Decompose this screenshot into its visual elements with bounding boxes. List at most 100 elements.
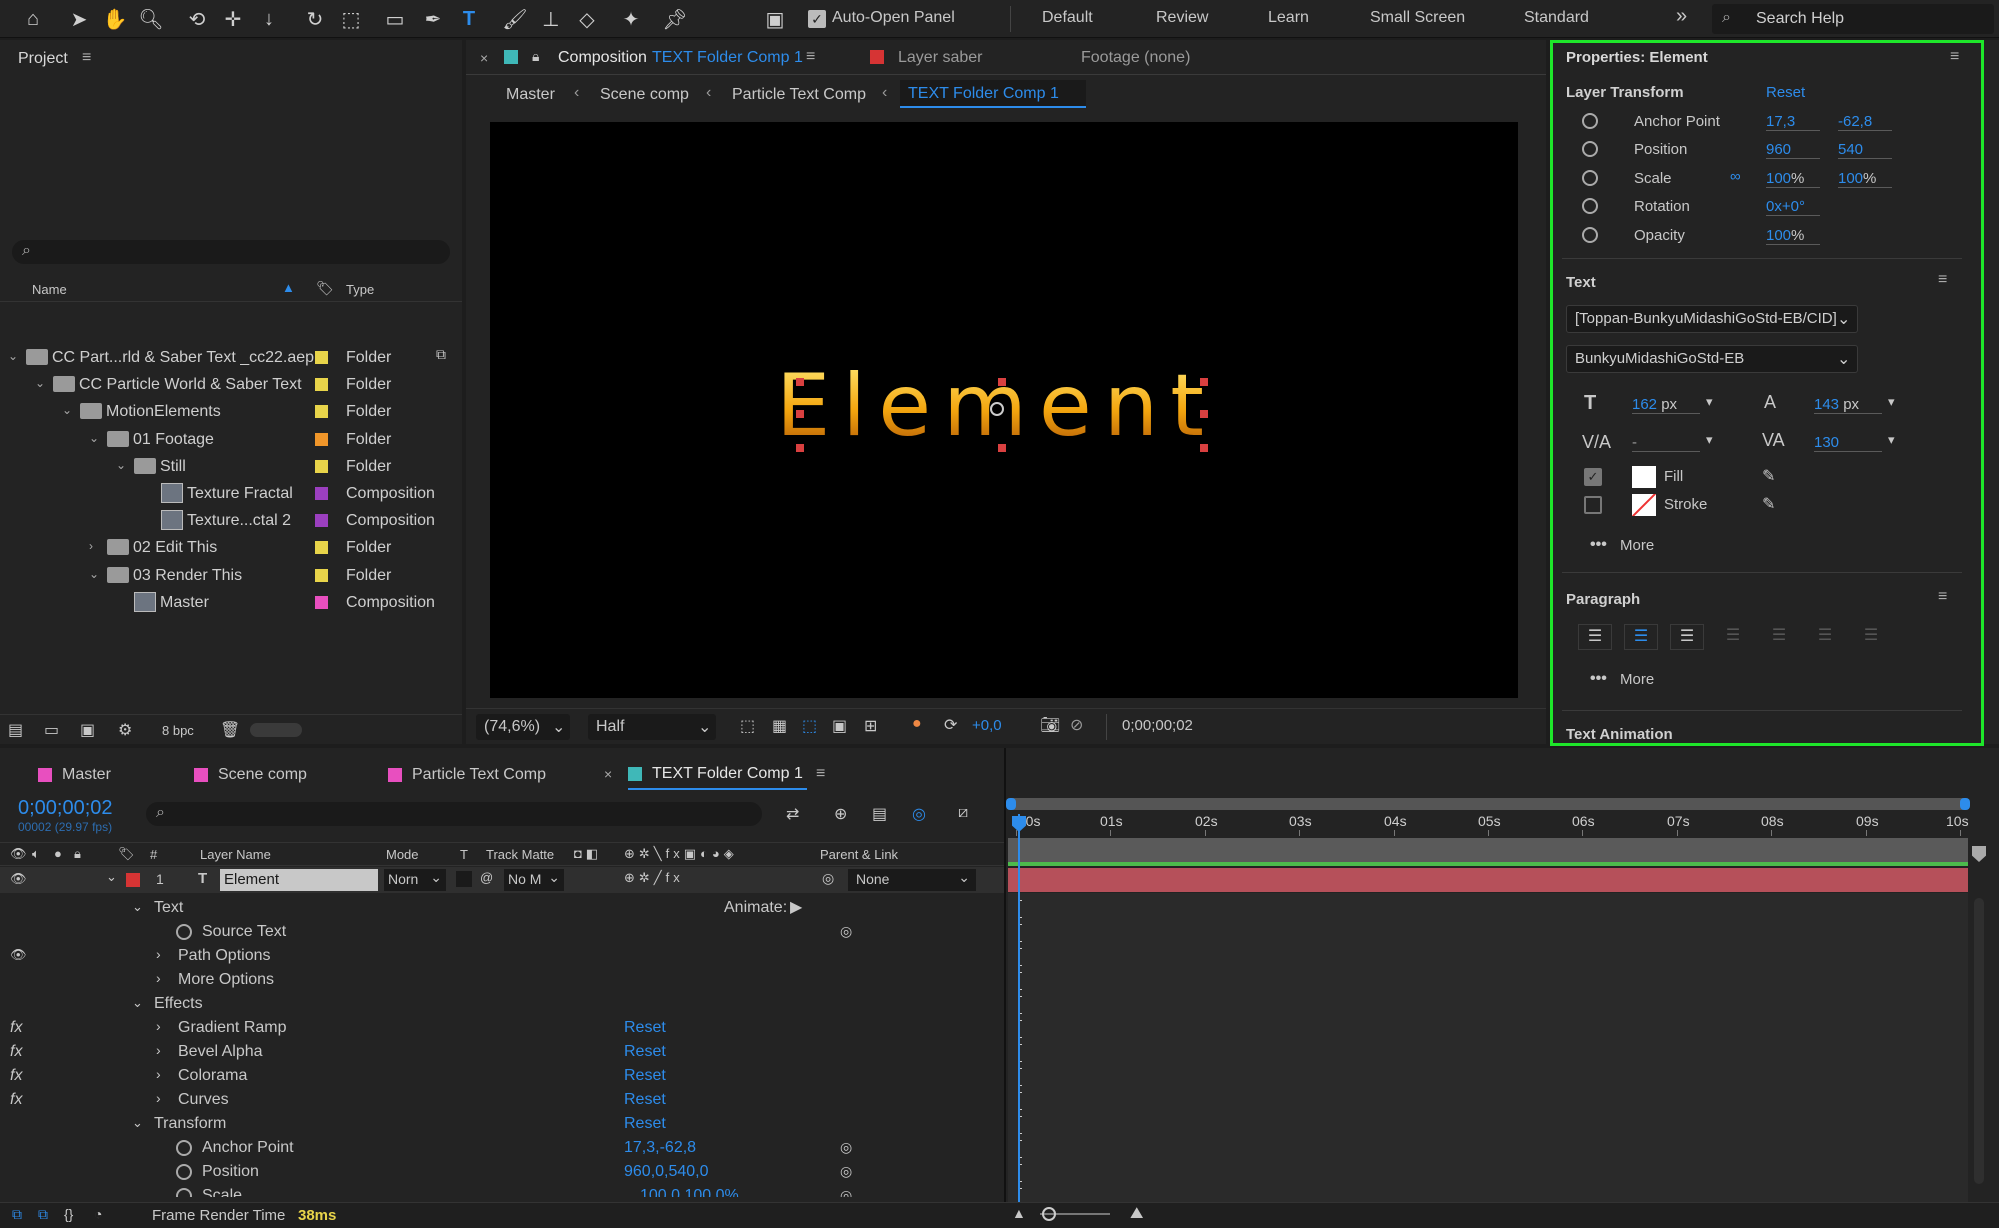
label-color-swatch[interactable]: [315, 541, 328, 554]
label-color-swatch[interactable]: [315, 460, 328, 473]
fx-icon[interactable]: fx: [10, 1019, 22, 1037]
sort-ascending-icon[interactable]: ▲: [282, 280, 295, 295]
fx-icon[interactable]: fx: [10, 1067, 22, 1085]
label-color-swatch[interactable]: [315, 487, 328, 500]
column-mode[interactable]: Mode: [386, 847, 419, 862]
graph-editor-icon[interactable]: ⧄: [958, 804, 968, 822]
label-color-swatch[interactable]: [315, 433, 328, 446]
position-value[interactable]: 960,0,540,0: [624, 1163, 709, 1181]
pick-whip-icon[interactable]: ◎: [822, 870, 834, 887]
stopwatch-icon[interactable]: [1582, 141, 1598, 157]
position-x[interactable]: 960: [1766, 141, 1820, 159]
timeline-tab-text-folder-comp[interactable]: TEXT Folder Comp 1: [628, 760, 807, 790]
stopwatch-icon[interactable]: [1582, 113, 1598, 129]
pick-whip-icon[interactable]: ◎: [840, 923, 852, 940]
chevron-down-icon[interactable]: ⌄: [116, 458, 126, 472]
eye-icon[interactable]: 👁︎: [10, 871, 27, 887]
opacity-field[interactable]: 100%: [1766, 227, 1820, 245]
track-matte-link-icon[interactable]: @: [480, 870, 493, 885]
new-comp-icon[interactable]: ▣: [80, 720, 95, 740]
project-item[interactable]: Texture...ctal 2 Composition: [0, 507, 440, 534]
work-area-end-handle[interactable]: [1960, 798, 1970, 810]
font-size-field[interactable]: 162 px: [1632, 396, 1700, 414]
footage-tab[interactable]: Footage (none): [1081, 49, 1190, 67]
project-search-input[interactable]: ⌕: [12, 240, 450, 264]
puppet-pin-icon[interactable]: 📌︎: [660, 4, 690, 34]
stopwatch-icon[interactable]: [176, 1164, 192, 1180]
bpc-label[interactable]: 8 bpc: [162, 723, 194, 738]
colorama-reset[interactable]: Reset: [624, 1067, 666, 1085]
workspace-learn[interactable]: Learn: [1268, 9, 1309, 27]
label-color-swatch[interactable]: [315, 596, 328, 609]
close-tab-icon[interactable]: ×: [604, 766, 612, 782]
animate-play-icon[interactable]: ▶: [790, 897, 802, 917]
expand-chevron-icon[interactable]: ⌄: [132, 995, 143, 1011]
stopwatch-icon[interactable]: [1582, 227, 1598, 243]
rotate-tool-icon[interactable]: ↻: [300, 4, 330, 34]
effects-row[interactable]: ⌄ Effects: [0, 993, 1000, 1017]
paragraph-menu-icon[interactable]: ≡: [1938, 588, 1947, 606]
mask-visibility-icon[interactable]: ⬚: [802, 716, 817, 736]
timeline-scrollbar[interactable]: [1974, 898, 1984, 1184]
chevron-down-icon[interactable]: ▾: [1888, 394, 1895, 410]
clone-stamp-icon[interactable]: ⊥: [536, 4, 566, 34]
zoom-slider-handle[interactable]: [1042, 1207, 1056, 1221]
thumbnail-slider[interactable]: [250, 723, 302, 737]
workspace-overflow-icon[interactable]: »: [1676, 5, 1687, 28]
align-left-icon[interactable]: ☰: [1578, 624, 1612, 650]
switches-icons[interactable]: ◘◧: [574, 846, 602, 862]
expand-chevron-icon[interactable]: ›: [156, 1042, 161, 1058]
exposure-value[interactable]: +0,0: [972, 717, 1002, 734]
gradient-ramp-reset[interactable]: Reset: [624, 1019, 666, 1037]
path-options-row[interactable]: 👁︎ › Path Options: [0, 945, 1000, 969]
transparency-grid-icon[interactable]: ▦: [772, 716, 787, 736]
type-tool-icon[interactable]: T: [454, 4, 484, 34]
project-item[interactable]: ⌄ 01 Footage Folder: [0, 426, 440, 453]
rotation-value[interactable]: 0x+0°: [1766, 198, 1820, 216]
align-right-icon[interactable]: ☰: [1670, 624, 1704, 650]
stroke-eyedropper-icon[interactable]: ✎: [1762, 494, 1775, 514]
flowchart-icon[interactable]: ⧉: [436, 346, 446, 363]
label-color-swatch[interactable]: [315, 405, 328, 418]
bounding-handle[interactable]: [796, 410, 804, 418]
auto-open-checkbox[interactable]: ✓: [808, 10, 826, 28]
panel-toggle-icon[interactable]: ▣: [760, 4, 790, 34]
chevron-down-icon[interactable]: ▾: [1888, 432, 1895, 448]
project-item[interactable]: Texture Fractal Composition: [0, 480, 440, 507]
expand-chevron-icon[interactable]: ⌄: [132, 899, 143, 915]
breadcrumb-scene-comp[interactable]: Scene comp: [600, 86, 689, 104]
column-layer-name[interactable]: Layer Name: [200, 847, 271, 862]
layer-bar[interactable]: [1008, 868, 1968, 892]
pen-tool-icon[interactable]: ✒: [418, 4, 448, 34]
show-snapshot-icon[interactable]: ⊘: [1070, 715, 1083, 735]
project-item[interactable]: ⌄ CC Particle World & Saber Text Folder: [0, 371, 440, 398]
bounding-handle[interactable]: [998, 378, 1006, 386]
pan-camera-icon[interactable]: ✛: [218, 4, 248, 34]
workspace-review[interactable]: Review: [1156, 9, 1208, 27]
breadcrumb-master[interactable]: Master: [506, 86, 555, 104]
project-item[interactable]: Master Composition: [0, 589, 440, 616]
dolly-camera-icon[interactable]: ↓: [254, 4, 284, 34]
stopwatch-icon[interactable]: [176, 1140, 192, 1156]
timeline-tab-master[interactable]: Master: [38, 760, 111, 790]
column-name[interactable]: Name: [32, 282, 67, 297]
anchor-point-value[interactable]: 17,3,-62,8: [624, 1139, 696, 1157]
comp-menu-icon[interactable]: ≡: [806, 48, 815, 66]
anchor-point-y[interactable]: -62,8: [1838, 113, 1892, 131]
fill-checkbox[interactable]: ✓: [1584, 468, 1602, 486]
layer-name-field[interactable]: Element: [220, 869, 378, 891]
rectangle-tool-icon[interactable]: ▭: [380, 4, 410, 34]
project-settings-icon[interactable]: ⚙: [118, 720, 132, 740]
video-visibility-icon[interactable]: 👁︎: [10, 846, 27, 862]
chevron-down-icon[interactable]: ⌄: [89, 431, 99, 445]
layer-switches[interactable]: ⊕✲╱fx: [624, 870, 684, 886]
render-time-toggle-icon[interactable]: ◔: [94, 1206, 102, 1222]
zoom-out-icon[interactable]: ▲: [1012, 1205, 1026, 1221]
bevel-alpha-row[interactable]: fx › Bevel Alpha Reset: [0, 1041, 1000, 1065]
timeline-search-input[interactable]: ⌕: [146, 802, 762, 826]
comp-mini-flowchart-icon[interactable]: ⇄: [786, 804, 799, 824]
workspace-standard[interactable]: Standard: [1524, 9, 1589, 27]
layer-tab[interactable]: Layer saber: [898, 49, 983, 67]
label-column-icon[interactable]: 🏷︎: [118, 846, 135, 862]
new-folder-icon[interactable]: ▭: [44, 720, 59, 740]
